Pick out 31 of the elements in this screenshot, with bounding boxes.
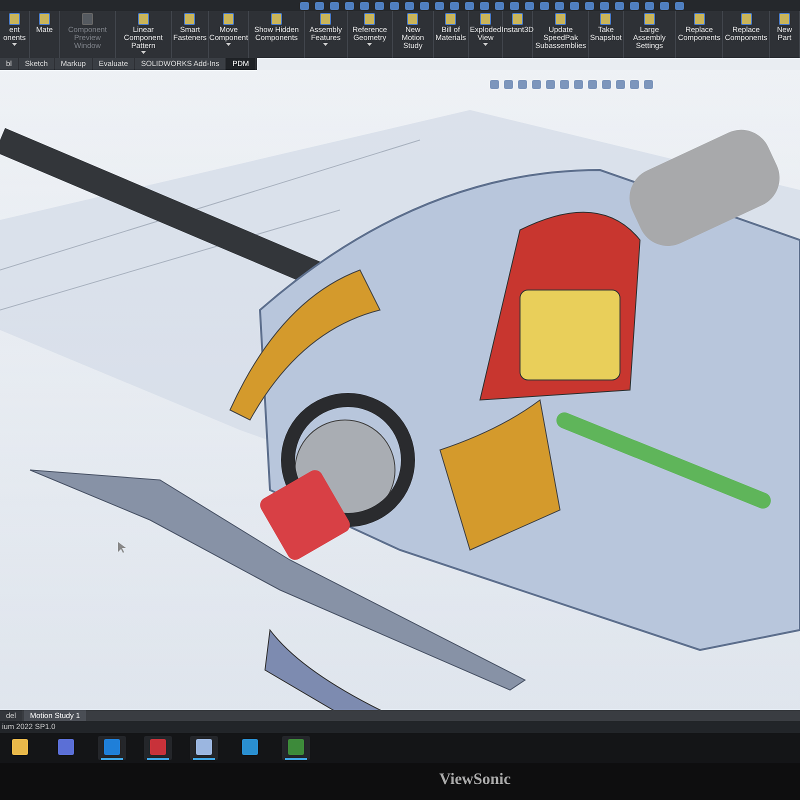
tool-icon	[480, 13, 491, 25]
caret-icon	[323, 43, 328, 46]
tool-icon	[82, 13, 93, 25]
tool-icon	[184, 13, 196, 25]
brand-logo: ViewSonic	[439, 771, 511, 790]
tool-icon	[9, 13, 20, 25]
caret-icon	[367, 43, 372, 46]
tool-icon	[600, 13, 612, 25]
tool-icon	[555, 13, 566, 25]
caret-icon	[12, 43, 17, 46]
taskbar-button[interactable]	[282, 736, 310, 760]
tool-icon	[138, 13, 149, 25]
tool-icon	[223, 13, 234, 25]
caret-icon	[226, 43, 232, 46]
taskbar-button[interactable]	[98, 736, 126, 760]
taskbar-button[interactable]	[190, 736, 218, 760]
tool-icon	[779, 13, 790, 25]
tool-icon	[694, 13, 705, 25]
tool-icon	[320, 13, 332, 25]
taskbar-button[interactable]	[144, 736, 172, 760]
tool-icon	[445, 13, 456, 25]
caret-icon	[140, 51, 146, 54]
caret-icon	[482, 43, 488, 46]
tool-icon	[644, 13, 655, 25]
tool-icon	[407, 13, 418, 25]
tool-icon	[364, 13, 376, 25]
tool-icon	[740, 13, 752, 25]
tool-icon	[39, 13, 50, 25]
tool-icon	[512, 13, 524, 25]
tool-icon	[271, 13, 282, 25]
mouse-cursor-icon	[118, 542, 126, 553]
